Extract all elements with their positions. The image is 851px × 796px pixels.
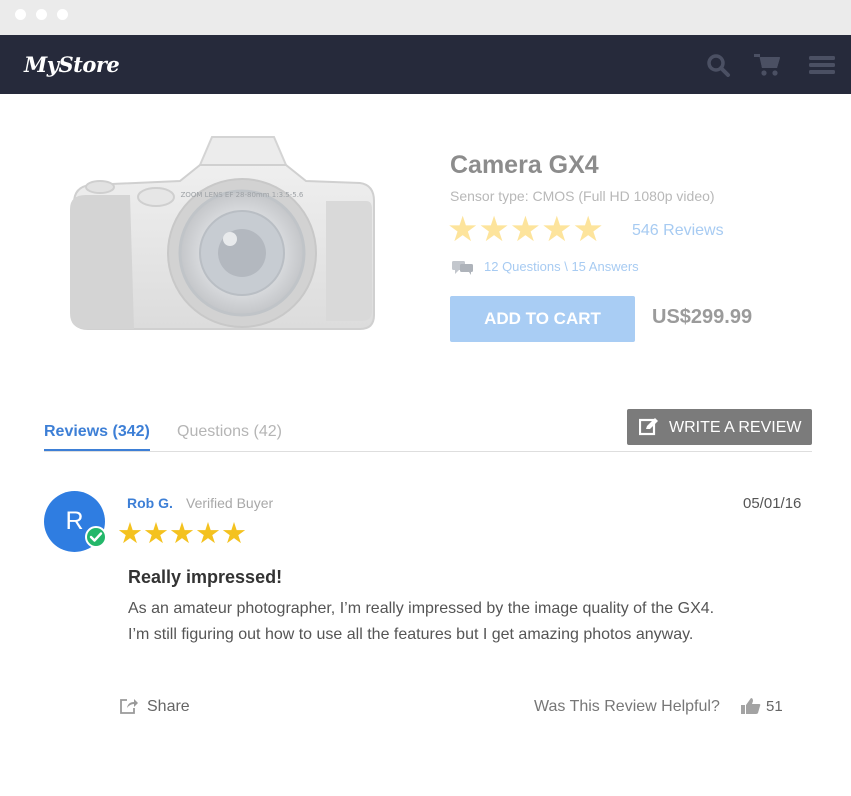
window-minimize-dot[interactable] [36, 9, 47, 20]
search-icon[interactable] [706, 53, 732, 77]
review-date: 05/01/16 [743, 495, 802, 512]
review-title: Really impressed! [128, 567, 283, 587]
helpful-count: 51 [766, 698, 783, 715]
window-titlebar [0, 0, 851, 35]
questions-answers-link[interactable]: 12 Questions \ 15 Answers [484, 259, 639, 274]
tab-questions[interactable]: Questions (42) [177, 423, 282, 441]
write-review-label: WRITE A REVIEW [669, 419, 802, 436]
product-title: Camera GX4 [450, 151, 599, 179]
site-navbar: MyStore [0, 35, 851, 94]
product-price: US$299.99 [652, 306, 753, 328]
verified-check-icon [85, 526, 107, 548]
window-maximize-dot[interactable] [57, 9, 68, 20]
thumbs-up-icon[interactable] [741, 697, 761, 720]
share-icon[interactable] [119, 697, 139, 720]
lens-label: ZOOM LENS EF 28-80mm 1:3.5-5.6 [181, 191, 304, 199]
review-body-line-2: I’m still figuring out how to use all th… [128, 626, 694, 643]
chat-bubbles-icon [452, 259, 474, 280]
review-rating-stars: ★★★★★ [117, 518, 247, 550]
menu-icon[interactable] [809, 53, 835, 77]
reviews-count-link[interactable]: 546 Reviews [632, 222, 724, 240]
window-close-dot[interactable] [15, 9, 26, 20]
product-sensor-spec: Sensor type: CMOS (Full HD 1080p video) [450, 188, 715, 204]
verified-buyer-label: Verified Buyer [186, 495, 274, 511]
cart-icon[interactable] [753, 53, 780, 77]
store-logo[interactable]: MyStore [24, 52, 120, 77]
product-image: ZOOM LENS EF 28-80mm 1:3.5-5.6 [60, 125, 390, 345]
write-review-button[interactable]: WRITE A REVIEW [627, 409, 812, 445]
share-button[interactable]: Share [147, 698, 190, 716]
edit-icon [638, 418, 659, 441]
helpful-question: Was This Review Helpful? [534, 698, 720, 715]
reviewer-name[interactable]: Rob G. [127, 495, 173, 511]
review-body-line-1: As an amateur photographer, I’m really i… [128, 600, 715, 617]
tab-reviews[interactable]: Reviews (342) [44, 423, 150, 441]
product-rating-stars: ★★★★★ [447, 210, 604, 249]
add-to-cart-button[interactable]: ADD TO CART [450, 296, 635, 342]
tabs-divider [44, 451, 812, 452]
